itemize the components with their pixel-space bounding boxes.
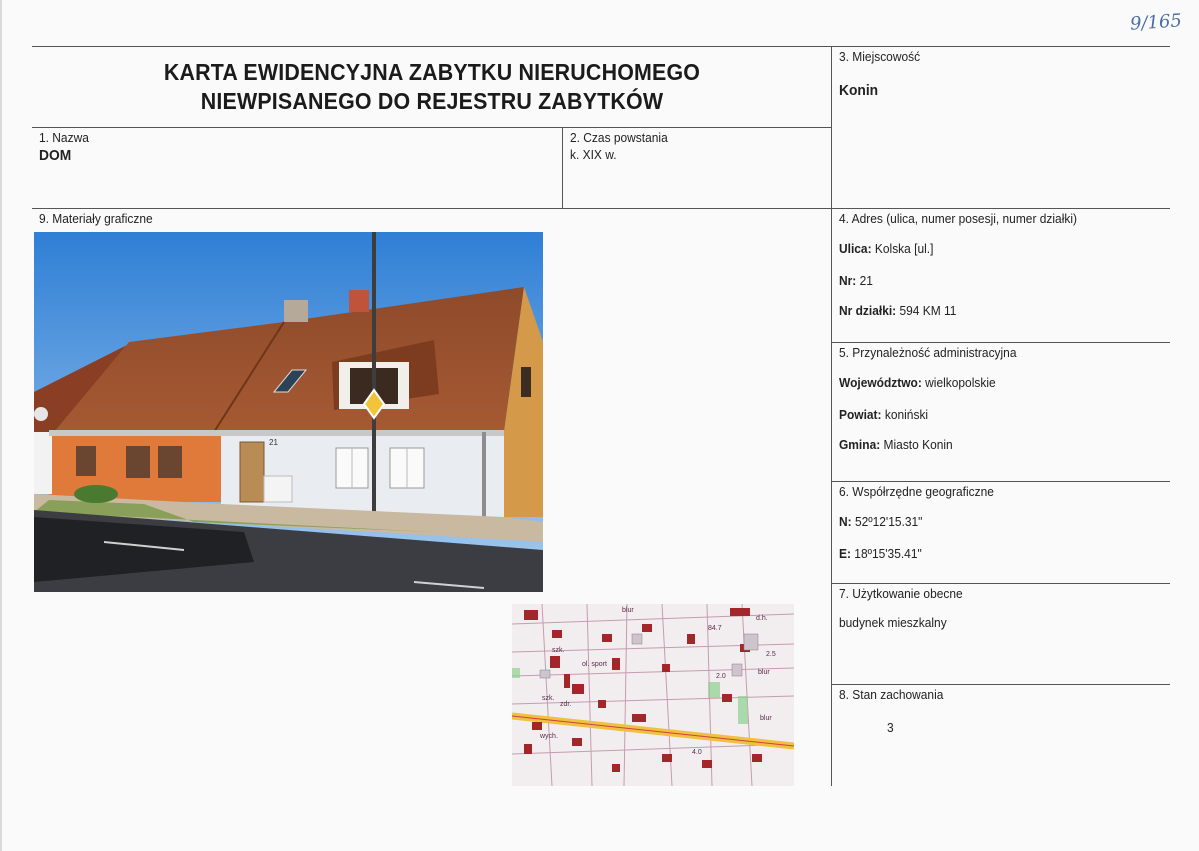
card-title: KARTA EWIDENCYJNA ZABYTKU NIERUCHOMEGO N… bbox=[60, 58, 804, 116]
lat-row: N: 52º12'15.31" bbox=[839, 514, 922, 529]
title-line-1: KARTA EWIDENCYJNA ZABYTKU NIERUCHOMEGO bbox=[163, 59, 701, 85]
lon-key: E: bbox=[839, 546, 851, 561]
divider-8 bbox=[832, 684, 1170, 685]
top-border bbox=[32, 46, 1170, 47]
lon-value: 18º15'35.41" bbox=[854, 546, 922, 561]
location-map: blur d.h. 84.7 szk. ol. sport szk. zdr. … bbox=[512, 604, 794, 786]
house-number-plate: 21 bbox=[269, 438, 278, 447]
house-photo: 21 bbox=[34, 232, 543, 592]
record-card: 9/165 KARTA EWIDENCYJNA ZABYTKU NIERUCHO… bbox=[0, 0, 1199, 851]
voivodeship-key: Województwo: bbox=[839, 375, 922, 390]
name-label: 1. Nazwa bbox=[39, 130, 89, 145]
usage-label: 7. Użytkowanie obecne bbox=[839, 586, 963, 601]
admin-label: 5. Przynależność administracyjna bbox=[839, 345, 1017, 360]
graphics-label: 9. Materiały graficzne bbox=[39, 211, 153, 226]
lat-key: N: bbox=[839, 514, 852, 529]
usage-value: budynek mieszkalny bbox=[839, 615, 947, 630]
map-label-9: blur bbox=[758, 669, 770, 676]
address-label: 4. Adres (ulica, numer posesji, numer dz… bbox=[839, 211, 1077, 226]
locality-label: 3. Miejscowość bbox=[839, 49, 921, 64]
condition-value: 3 bbox=[887, 720, 894, 735]
locality-value: Konin bbox=[839, 82, 879, 99]
handwritten-number: 9/165 bbox=[1129, 10, 1183, 35]
plot-value: 594 KM 11 bbox=[899, 303, 957, 318]
divider-7 bbox=[832, 583, 1170, 584]
nr-value: 21 bbox=[859, 273, 873, 288]
column-divider bbox=[831, 46, 832, 786]
map-label-1: blur bbox=[622, 607, 634, 614]
lat-value: 52º12'15.31" bbox=[854, 514, 923, 529]
coords-label: 6. Współrzędne geograficzne bbox=[839, 484, 994, 499]
map-label-10: blur bbox=[760, 715, 772, 722]
street-key: Ulica: bbox=[839, 241, 872, 256]
map-label-8: wych. bbox=[539, 733, 558, 740]
title-line-2: NIEWPISANEGO DO REJESTRU ZABYTKÓW bbox=[200, 88, 664, 114]
map-label-5: ol. sport bbox=[582, 661, 607, 668]
map-label-4: szk. bbox=[552, 647, 565, 654]
location-map-drawing: blur d.h. 84.7 szk. ol. sport szk. zdr. … bbox=[512, 604, 794, 786]
county-value: koniński bbox=[884, 407, 929, 422]
map-label-11: 2.5 bbox=[766, 651, 776, 658]
map-label-6: szk. bbox=[542, 695, 555, 702]
date-value: k. XIX w. bbox=[570, 147, 617, 162]
commune-key: Gmina: bbox=[839, 437, 881, 452]
name-date-divider bbox=[562, 127, 563, 208]
title-divider bbox=[32, 127, 832, 128]
lon-row: E: 18º15'35.41" bbox=[839, 546, 922, 561]
county-row: Powiat: koniński bbox=[839, 407, 928, 422]
street-value: Kolska [ul.] bbox=[874, 241, 934, 256]
date-label: 2. Czas powstania bbox=[570, 130, 668, 145]
plot-key: Nr działki: bbox=[839, 303, 897, 318]
plot-row: Nr działki: 594 KM 11 bbox=[839, 303, 956, 318]
divider-6 bbox=[832, 481, 1170, 482]
voivodeship-value: wielkopolskie bbox=[925, 375, 996, 390]
map-label-7: zdr. bbox=[560, 701, 571, 708]
map-label-13: 4.0 bbox=[692, 749, 702, 756]
nr-key: Nr: bbox=[839, 273, 857, 288]
map-label-12: 2.0 bbox=[716, 673, 726, 680]
name-value: DOM bbox=[39, 147, 72, 164]
row-divider bbox=[32, 208, 1170, 209]
nr-row: Nr: 21 bbox=[839, 273, 873, 288]
divider-5 bbox=[832, 342, 1170, 343]
commune-row: Gmina: Miasto Konin bbox=[839, 437, 953, 452]
county-key: Powiat: bbox=[839, 407, 882, 422]
street-row: Ulica: Kolska [ul.] bbox=[839, 241, 933, 256]
condition-label: 8. Stan zachowania bbox=[839, 687, 944, 702]
house-photo-drawing: 21 bbox=[34, 232, 543, 592]
voivodeship-row: Województwo: wielkopolskie bbox=[839, 375, 996, 390]
map-label-2: d.h. bbox=[756, 615, 768, 622]
map-label-3: 84.7 bbox=[708, 625, 722, 632]
commune-value: Miasto Konin bbox=[883, 437, 953, 452]
